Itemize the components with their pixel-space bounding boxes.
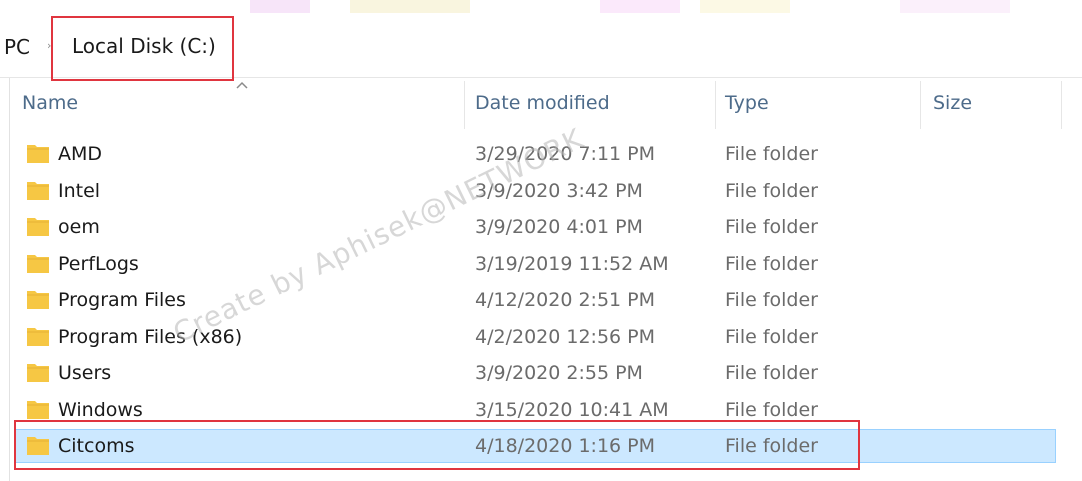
file-name: Program Files — [58, 289, 186, 311]
folder-icon — [27, 437, 49, 455]
breadcrumb-local-disk[interactable]: Local Disk (C:) — [72, 34, 216, 58]
decorative-mark — [350, 0, 470, 13]
file-type: File folder — [725, 398, 818, 421]
file-date: 4/12/2020 2:51 PM — [475, 289, 656, 311]
file-name: PerfLogs — [58, 252, 139, 275]
file-type: File folder — [725, 252, 818, 275]
file-date: 3/9/2020 2:55 PM — [475, 362, 643, 384]
table-row[interactable]: Users 3/9/2020 2:55 PM File folder — [12, 355, 1062, 392]
file-date: 4/2/2020 12:56 PM — [475, 325, 656, 348]
column-date-header[interactable]: Date modified — [475, 92, 610, 114]
table-row[interactable]: Windows 3/15/2020 10:41 AM File folder — [12, 392, 1062, 429]
file-type: File folder — [725, 362, 818, 384]
column-header: Name Date modified Type Size — [12, 81, 1062, 129]
decorative-mark — [700, 0, 790, 13]
breadcrumb-pc[interactable]: PC — [4, 35, 30, 59]
folder-icon — [27, 181, 49, 200]
address-bar[interactable]: PC › Local Disk (C:) — [0, 13, 1082, 78]
file-name: Intel — [58, 179, 101, 202]
decorative-mark — [250, 0, 310, 13]
file-name: oem — [58, 216, 100, 238]
folder-icon — [27, 145, 49, 163]
folder-icon — [27, 400, 49, 419]
file-date: 3/15/2020 10:41 AM — [475, 398, 669, 421]
file-type: File folder — [725, 216, 818, 238]
table-row[interactable]: Intel 3/9/2020 3:42 PM File folder — [12, 173, 1062, 210]
column-size-header[interactable]: Size — [933, 92, 972, 114]
column-divider[interactable] — [1061, 81, 1062, 129]
column-divider[interactable] — [715, 81, 716, 129]
file-name: Windows — [58, 398, 143, 421]
table-row[interactable]: PerfLogs 3/19/2019 11:52 AM File folder — [12, 246, 1062, 283]
column-divider[interactable] — [920, 81, 921, 129]
decorative-mark — [600, 0, 680, 13]
chevron-right-icon[interactable]: › — [47, 39, 51, 52]
file-explorer-window: PC › Local Disk (C:) Name Date modified … — [0, 0, 1082, 481]
column-type-header[interactable]: Type — [725, 92, 769, 114]
file-type: File folder — [725, 435, 818, 457]
file-type: File folder — [725, 179, 818, 202]
file-name: Citcoms — [58, 435, 135, 457]
pane-divider — [9, 78, 10, 481]
folder-icon — [27, 291, 49, 309]
file-type: File folder — [725, 143, 818, 165]
sort-up-icon — [236, 81, 248, 89]
column-divider[interactable] — [464, 81, 465, 129]
file-name: Users — [58, 362, 112, 384]
folder-icon — [27, 327, 49, 346]
folder-icon — [27, 254, 49, 273]
table-row[interactable]: oem 3/9/2020 4:01 PM File folder — [12, 209, 1062, 246]
decorative-mark — [900, 0, 1010, 13]
file-date: 3/19/2019 11:52 AM — [475, 252, 669, 275]
folder-icon — [27, 218, 49, 236]
column-name-header[interactable]: Name — [22, 92, 78, 114]
file-type: File folder — [725, 325, 818, 348]
file-type: File folder — [725, 289, 818, 311]
table-row[interactable]: Program Files 4/12/2020 2:51 PM File fol… — [12, 282, 1062, 319]
file-list: AMD 3/29/2020 7:11 PM File folder Intel … — [12, 136, 1062, 465]
file-date: 3/9/2020 4:01 PM — [475, 216, 643, 238]
folder-icon — [27, 364, 49, 382]
file-name: AMD — [58, 143, 103, 165]
top-edge-strip — [0, 0, 1082, 13]
file-date: 4/18/2020 1:16 PM — [475, 435, 656, 457]
table-row-selected[interactable]: Citcoms 4/18/2020 1:16 PM File folder — [12, 428, 1062, 465]
